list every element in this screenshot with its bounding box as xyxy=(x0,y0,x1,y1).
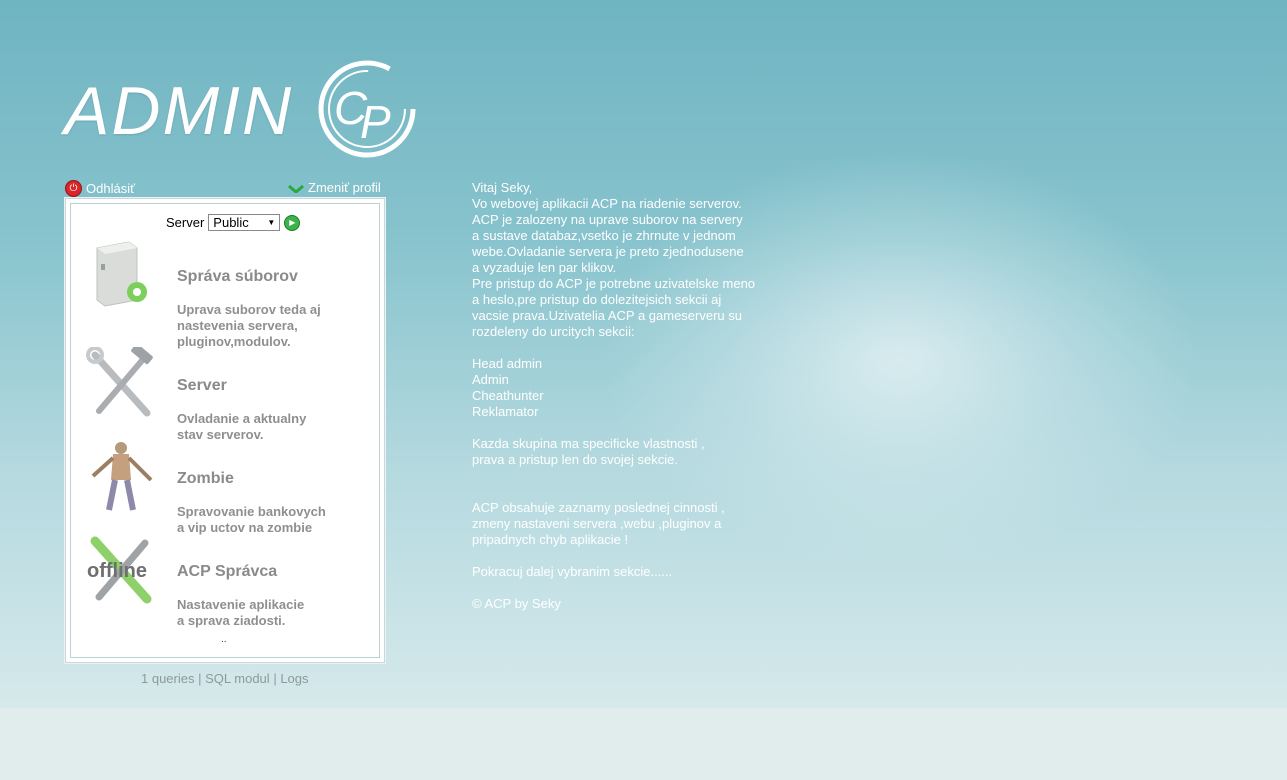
cp-logo-icon: C P xyxy=(318,60,416,158)
welcome-line: zmeny nastaveni servera ,webu ,pluginov … xyxy=(472,516,722,531)
separator: | xyxy=(273,671,277,686)
section-desc-line: Spravovanie bankovych xyxy=(177,504,326,519)
welcome-line: rozdeleny do urcitych sekcii: xyxy=(472,324,635,339)
welcome-line: Vitaj Seky, xyxy=(472,180,533,195)
server-gear-icon xyxy=(96,241,147,307)
profile-label: Zmeniť profil xyxy=(308,180,381,195)
copyright: © ACP by Seky xyxy=(472,596,561,611)
welcome-line: Pre pristup do ACP je potrebne uzivatels… xyxy=(472,276,756,291)
welcome-line: webe.Ovladanie servera je preto zjednodu… xyxy=(472,244,744,259)
role-item: Head admin xyxy=(472,356,543,371)
section-title: Zombie xyxy=(177,470,234,487)
continue-text: Pokracuj dalej vybranim sekcie...... xyxy=(472,564,673,579)
logout-label: Odhlásiť xyxy=(86,181,135,196)
role-item: Cheathunter xyxy=(472,388,544,403)
queries-count: 1 queries xyxy=(141,671,195,686)
section-desc-line: a vip uctov na zombie xyxy=(177,520,313,535)
sql-module-link[interactable]: SQL modul xyxy=(205,671,270,686)
section-title: ACP Správca xyxy=(177,563,278,580)
change-profile-link[interactable]: Zmeniť profil xyxy=(288,180,381,195)
server-select-value: Public xyxy=(213,215,249,230)
section-desc-line: stav serverov. xyxy=(177,427,264,442)
zombie-figure-icon xyxy=(91,442,153,511)
server-select[interactable]: Public ▼ xyxy=(208,214,281,231)
role-item: Reklamator xyxy=(472,404,539,419)
welcome-line: Kazda skupina ma specificke vlastnosti , xyxy=(472,436,705,451)
logout-link[interactable]: ⏻ Odhlásiť xyxy=(65,180,135,197)
hammer-wrench-icon xyxy=(86,347,153,417)
section-desc-line: Uprava suborov teda aj xyxy=(177,302,321,317)
bottom-band xyxy=(0,708,1287,780)
section-desc-line: nastevenia servera, xyxy=(177,318,298,333)
welcome-line: ACP obsahuje zaznamy poslednej cinnosti … xyxy=(472,500,725,515)
welcome-line: prava a pristup len do svojej sekcie. xyxy=(472,452,678,467)
section-desc-line: Ovladanie a aktualny xyxy=(177,411,307,426)
panel-more-indicator: .. xyxy=(221,634,227,645)
role-item: Admin xyxy=(472,372,509,387)
section-desc-line: a sprava ziadosti. xyxy=(177,613,286,628)
server-selector-row: Server Public ▼ ▶ xyxy=(166,214,301,231)
section-desc-line: Nastavenie aplikacie xyxy=(177,597,305,612)
chevron-down-icon: ▼ xyxy=(267,218,276,227)
panel-inner: Server Public ▼ ▶ Správa súborov Uprava … xyxy=(70,203,380,658)
power-icon: ⏻ xyxy=(65,180,82,197)
separator: | xyxy=(198,671,202,686)
admin-logo-text: ADMIN xyxy=(64,73,294,149)
welcome-line: a vyzaduje len par klikov. xyxy=(472,260,617,275)
offline-tools-icon: offline xyxy=(87,536,152,604)
section-title: Správa súborov xyxy=(177,268,298,285)
welcome-line: pripadnych chyb aplikacie ! xyxy=(472,532,629,547)
welcome-line: Vo webovej aplikacii ACP na riadenie ser… xyxy=(472,196,742,211)
svg-text:P: P xyxy=(360,96,391,148)
svg-text:offline: offline xyxy=(87,560,147,582)
footer-links: 1 queries | SQL modul | Logs xyxy=(141,671,309,686)
navigation-panel: Server Public ▼ ▶ Správa súborov Uprava … xyxy=(65,198,385,663)
section-title: Server xyxy=(177,377,227,394)
logs-link[interactable]: Logs xyxy=(280,671,308,686)
welcome-line: vacsie prava.Uzivatelia ACP a gameserver… xyxy=(472,308,742,323)
go-button[interactable]: ▶ xyxy=(284,214,301,231)
server-label: Server xyxy=(166,215,205,230)
checkmark-icon xyxy=(288,184,304,193)
welcome-line: a sustave databaz,vsetko je zhrnute v je… xyxy=(472,228,736,243)
welcome-line: a heslo,pre pristup do dolezitejsich sek… xyxy=(472,292,722,307)
welcome-line: ACP je zalozeny na uprave suborov na ser… xyxy=(472,212,743,227)
welcome-text: Vitaj Seky, Vo webovej aplikacii ACP na … xyxy=(472,180,772,612)
section-desc-line: pluginov,modulov. xyxy=(177,334,291,349)
